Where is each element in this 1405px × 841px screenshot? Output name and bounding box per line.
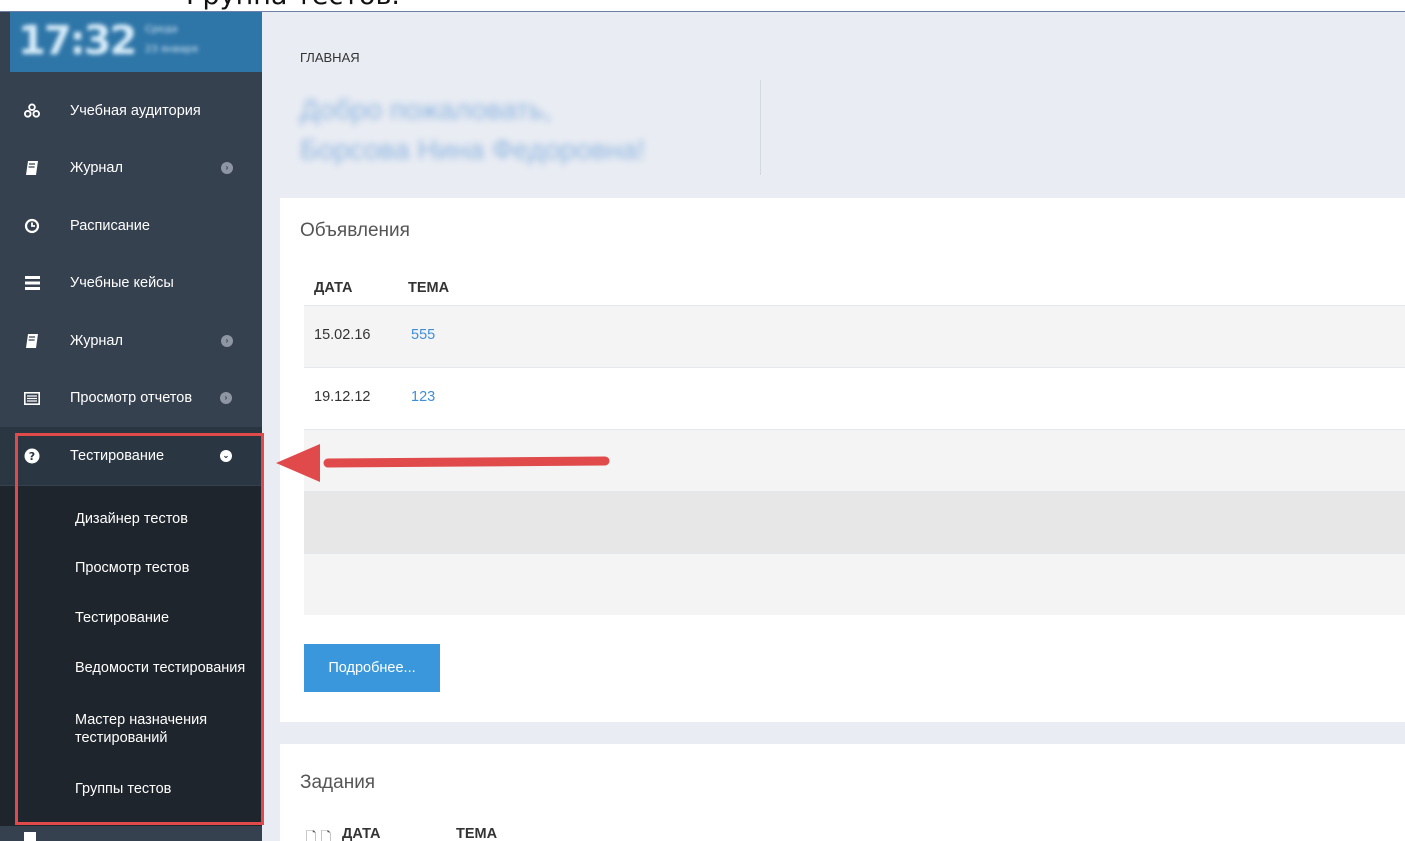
row-topic-link[interactable]: 123 [411, 389, 435, 405]
clock-time: 17:32 [18, 18, 137, 64]
row-date: 19.12.12 [314, 389, 371, 405]
report-icon [24, 390, 40, 406]
column-header-date: ДАТА [314, 280, 353, 296]
sidebar-item-label: Расписание [70, 217, 150, 234]
book-icon [24, 160, 40, 176]
column-header-topic: ТЕМА [456, 826, 498, 841]
sidebar-next-item[interactable] [0, 826, 262, 841]
sidebar-item-journal-2[interactable]: Журнал › [0, 312, 262, 370]
chevron-right-icon: › [221, 334, 233, 347]
tasks-title: Задания [300, 772, 376, 793]
sidebar-item-testing[interactable]: ? Тестирование ⌄ [0, 427, 262, 485]
sidebar-item-label: Журнал [70, 160, 123, 177]
submenu-item-test-groups[interactable]: Группы тестов [75, 780, 171, 798]
testing-submenu: Дизайнер тестов Просмотр тестов Тестиров… [0, 486, 262, 826]
chevron-down-icon: ⌄ [220, 449, 232, 462]
table-row-empty [304, 553, 1405, 615]
row-date: 15.02.16 [314, 327, 371, 343]
pointer-arrow-icon [276, 444, 610, 482]
column-header-date: ДАТА [342, 826, 381, 841]
sidebar-item-label: Просмотр отчетов [70, 390, 193, 407]
submenu-item-test-sheets[interactable]: Ведомости тестирования [75, 659, 245, 677]
tasks-panel: Задания 🗋 🗋 ДАТА ТЕМА [280, 744, 1405, 841]
clock-date: 23 января [145, 44, 198, 55]
welcome-line-2: Борсова Нина Федоровна! [300, 134, 645, 165]
main-content: ГЛАВНАЯ Добро пожаловать, Борсова Нина Ф… [262, 12, 1405, 841]
submenu-item-view-tests[interactable]: Просмотр тестов [75, 559, 189, 577]
clock-icon [24, 218, 40, 234]
users-group-icon [24, 103, 40, 119]
breadcrumb[interactable]: ГЛАВНАЯ [300, 50, 360, 65]
list-icon [24, 275, 40, 291]
sidebar-item-label: Учебные кейсы [70, 275, 174, 292]
welcome-heading: Добро пожаловать, Борсова Нина Федоровна… [300, 90, 645, 170]
row-topic-link[interactable]: 555 [411, 327, 435, 343]
sidebar-item-label: Журнал [70, 332, 123, 349]
sidebar: 17:32 Среда 23 января Учебная аудитория … [0, 12, 262, 841]
book-icon [24, 832, 36, 841]
book-icon [24, 333, 40, 349]
sidebar-nav: Учебная аудитория Журнал › Расписание Уч… [0, 82, 262, 485]
header-divider [760, 80, 761, 175]
sidebar-item-classroom[interactable]: Учебная аудитория [0, 82, 262, 140]
sidebar-item-journal[interactable]: Журнал › [0, 140, 262, 198]
clock-day: Среда [145, 24, 178, 35]
submenu-item-test-designer[interactable]: Дизайнер тестов [75, 510, 188, 528]
more-button[interactable]: Подробнее... [304, 644, 440, 692]
table-row-empty [304, 491, 1405, 553]
welcome-line-1: Добро пожаловать, [300, 94, 552, 125]
table-row[interactable]: 15.02.16 555 [304, 305, 1405, 367]
file-icon: 🗋 🗋 [306, 830, 332, 841]
chevron-right-icon: › [221, 162, 233, 175]
clock-widget: 17:32 Среда 23 января [10, 12, 262, 72]
sidebar-item-cases[interactable]: Учебные кейсы [0, 255, 262, 313]
sidebar-item-schedule[interactable]: Расписание [0, 197, 262, 255]
sidebar-item-label: Тестирование [70, 447, 165, 464]
document-caption-text: Группа тестов. [186, 0, 400, 11]
svg-text:?: ? [29, 450, 35, 463]
submenu-item-testing[interactable]: Тестирование [75, 609, 169, 627]
sidebar-item-reports[interactable]: Просмотр отчетов › [0, 370, 262, 428]
question-circle-icon: ? [24, 448, 40, 464]
announcements-title: Объявления [300, 220, 410, 241]
table-row[interactable]: 19.12.12 123 [304, 367, 1405, 429]
column-header-topic: ТЕМА [408, 280, 450, 296]
chevron-right-icon: › [220, 392, 232, 405]
submenu-item-assignment-wizard[interactable]: Мастер назначения тестирований [75, 711, 240, 747]
caption-divider [0, 11, 1405, 12]
sidebar-item-label: Учебная аудитория [70, 102, 201, 119]
